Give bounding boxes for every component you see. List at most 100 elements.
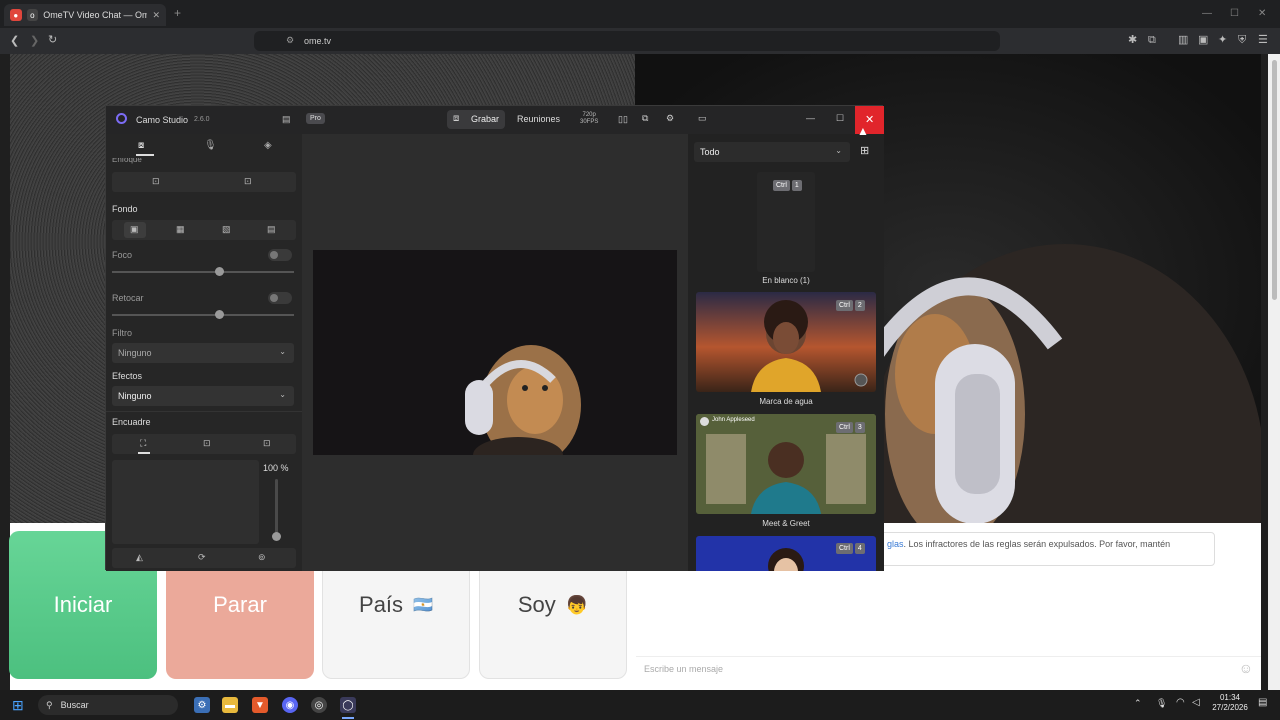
camo-maximize-icon[interactable]: ☐ — [836, 113, 844, 124]
file-explorer-icon[interactable]: ▬ — [222, 697, 238, 713]
snapshot-icon[interactable]: ⊚ — [258, 552, 266, 563]
retouch-toggle[interactable] — [268, 292, 292, 304]
new-tab-button[interactable]: + — [174, 6, 181, 20]
auto-focus-icon[interactable]: ⊡ — [152, 176, 160, 187]
search-label: Buscar — [60, 700, 89, 710]
sidebar-toggle-icon[interactable]: ▤ — [282, 114, 291, 125]
grid-view-icon[interactable]: ⊞ — [860, 144, 869, 157]
address-bar[interactable]: ⚙ ome.tv — [254, 31, 1000, 51]
resolution-indicator[interactable]: 720p 30FPS — [580, 112, 598, 126]
overlay-icon[interactable]: ⧉ — [642, 113, 648, 124]
overlay-filter-value: Todo — [700, 147, 720, 157]
screenshot-icon[interactable]: ⧉ — [1148, 34, 1156, 46]
panel-toggle-icon[interactable]: ▭ — [698, 113, 707, 124]
preview-scene — [313, 250, 677, 455]
volume-icon[interactable]: ◁ — [1192, 697, 1200, 708]
effects-select[interactable]: Ninguno ⌄ — [112, 386, 294, 406]
browser-tab[interactable]: ● o OmeTV Video Chat — Omeg… ✕ — [4, 4, 166, 26]
focus-slider-knob[interactable] — [215, 267, 224, 276]
ctrl-key: Ctrl — [773, 180, 790, 191]
chevron-down-icon: ⌄ — [835, 146, 842, 155]
tab-microphone-icon[interactable]: 🎙 — [204, 140, 217, 151]
record-icon: ⧈ — [453, 113, 460, 124]
framing-preview[interactable] — [112, 460, 259, 544]
frame-center-icon[interactable]: ⊡ — [203, 438, 211, 449]
microphone-icon[interactable]: 🎙 — [1156, 698, 1167, 709]
settings-app-icon[interactable]: ⚙ — [194, 697, 210, 713]
overlay-item[interactable]: John Appleseed Ctrl 3 — [696, 414, 876, 514]
filter-select[interactable]: Ninguno ⌄ — [112, 343, 294, 363]
close-window-icon[interactable]: ✕ — [1258, 8, 1266, 19]
tray-chevron-icon[interactable]: ⌃ — [1134, 698, 1142, 709]
site-info-icon[interactable]: ⚙ — [286, 35, 294, 46]
fps-text: 30FPS — [580, 119, 599, 125]
overlay-person-name: John Appleseed — [712, 417, 755, 423]
rotate-icon[interactable]: ⟳ — [198, 552, 206, 563]
back-icon[interactable]: ❮ — [10, 35, 19, 47]
zoom-slider[interactable] — [275, 479, 278, 537]
shortcut-key: 4 — [854, 543, 865, 554]
tab-video-icon[interactable]: ⧇ — [138, 140, 144, 151]
taskbar-search[interactable]: ⚲ Buscar — [38, 695, 178, 715]
manual-focus-icon[interactable]: ⊡ — [244, 176, 252, 187]
brave-browser-icon[interactable]: ▼ — [252, 697, 268, 713]
focus-toggle[interactable] — [268, 249, 292, 261]
taskbar-clock[interactable]: 01:34 27/2/2026 — [1208, 693, 1252, 713]
chrome-icon[interactable]: ◎ — [311, 697, 327, 713]
menu-icon[interactable]: ☰ — [1258, 34, 1268, 46]
ctrl-key: Ctrl — [836, 422, 853, 433]
frame-manual-icon[interactable]: ⛶ — [140, 438, 146, 449]
overlay-item[interactable]: Ctrl 2 — [696, 292, 876, 392]
emoji-icon[interactable]: ☺ — [1239, 660, 1253, 676]
settings-icon[interactable]: ⚙ — [666, 113, 674, 124]
filter-value: Ninguno — [118, 348, 152, 358]
discord-icon[interactable]: ◉ — [282, 697, 298, 713]
frame-track-icon[interactable]: ⊡ — [263, 438, 271, 449]
resolution-text: 720p — [582, 112, 596, 118]
wifi-icon[interactable]: ◠ — [1176, 697, 1185, 708]
mirror-icon[interactable]: ◭ — [136, 552, 143, 563]
meetings-button[interactable]: Reuniones — [517, 114, 560, 124]
overlay-item[interactable]: Ctrl 4 — [696, 536, 876, 571]
pro-badge[interactable]: Pro — [306, 113, 325, 124]
search-icon: ⚲ — [46, 699, 53, 710]
forward-icon[interactable]: ❯ — [30, 35, 39, 47]
clock-date: 27/2/2026 — [1212, 703, 1248, 712]
bg-none-icon[interactable]: ▣ — [130, 224, 139, 235]
reload-icon[interactable]: ↻ — [48, 34, 57, 46]
record-icon: ● — [10, 9, 22, 21]
ai-icon[interactable]: ✦ — [1218, 34, 1227, 46]
maximize-window-icon[interactable]: ☐ — [1230, 8, 1239, 19]
focus-slider[interactable] — [112, 271, 294, 273]
notification-icon[interactable]: ▤ — [1258, 697, 1267, 708]
camo-minimize-icon[interactable]: — — [806, 113, 815, 123]
overlay-filter-select[interactable]: Todo ⌄ — [694, 142, 850, 162]
zoom-slider-knob[interactable] — [272, 532, 281, 541]
rules-link[interactable]: glas — [887, 539, 904, 549]
start-menu-icon[interactable]: ⊞ — [12, 697, 24, 714]
layout-icon[interactable]: ▯▯ — [618, 114, 628, 125]
active-tab-indicator — [136, 154, 154, 156]
page-scrollbar-thumb[interactable] — [1272, 60, 1277, 300]
wallet-icon[interactable]: ▣ — [1198, 34, 1208, 46]
bg-blur-icon[interactable]: ▦ — [176, 224, 185, 235]
retouch-slider[interactable] — [112, 314, 294, 316]
shortcut-key: 1 — [791, 180, 802, 191]
extensions-icon[interactable]: ✱ — [1128, 34, 1137, 46]
retouch-slider-knob[interactable] — [215, 310, 224, 319]
vpn-icon[interactable]: ⛨ — [1238, 34, 1246, 46]
sidebar-icon[interactable]: ▥ — [1178, 34, 1188, 46]
omegle-favicon-icon: o — [26, 9, 39, 21]
tab-close-icon[interactable]: ✕ — [152, 10, 160, 21]
tab-layers-icon[interactable]: ◈ — [264, 140, 272, 151]
camo-app-icon[interactable]: ◯ — [340, 697, 356, 713]
message-input[interactable]: Escribe un mensaje ☺ — [636, 656, 1261, 680]
overlay-item[interactable]: Ctrl 1 — [757, 172, 815, 272]
stop-button-label: Parar — [213, 592, 267, 617]
bg-replace-icon[interactable]: ▤ — [267, 224, 276, 235]
bg-hide-icon[interactable]: ▧ — [222, 224, 231, 235]
record-button[interactable]: ⧈ Grabar — [447, 110, 505, 129]
minimize-window-icon[interactable]: — — [1202, 8, 1212, 19]
url-text: ome.tv — [304, 36, 332, 46]
preview-headphone — [465, 380, 493, 435]
